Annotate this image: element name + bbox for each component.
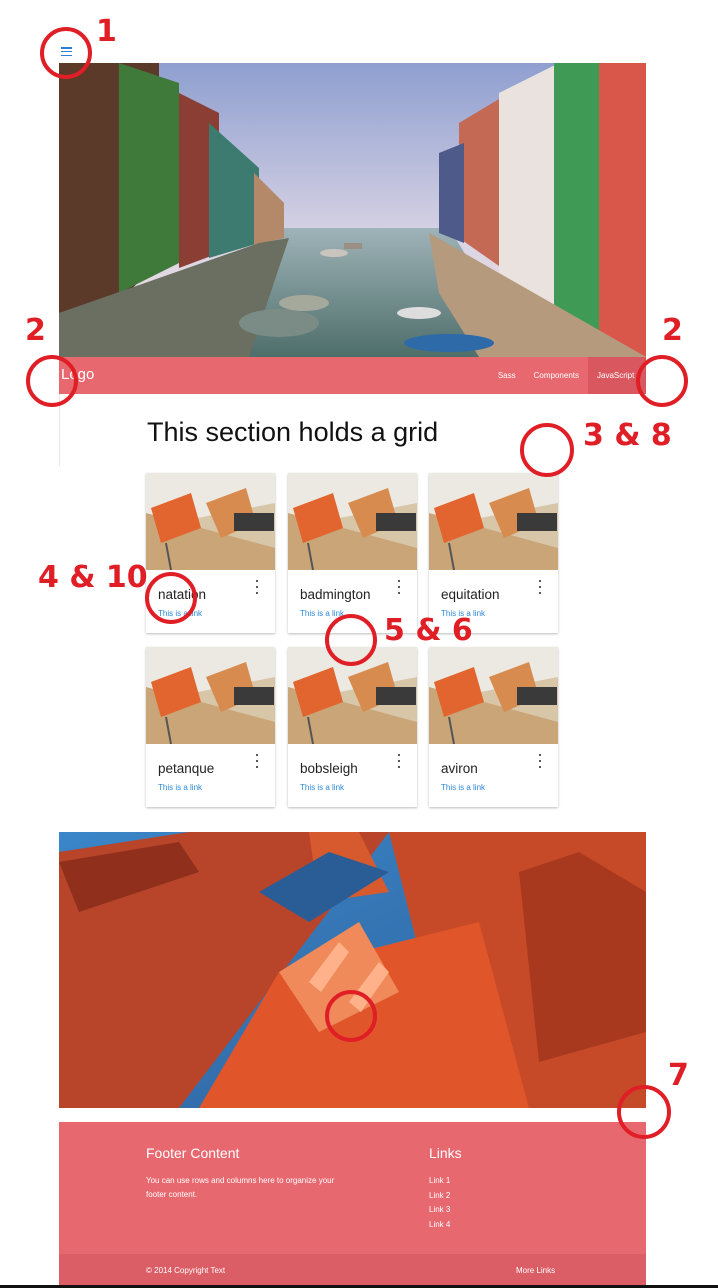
footer-link[interactable]: Link 4 bbox=[429, 1218, 450, 1233]
annotation-label: 3 & 8 bbox=[583, 418, 672, 453]
footer-link[interactable]: Link 3 bbox=[429, 1203, 450, 1218]
card-title: petanque bbox=[158, 761, 215, 776]
annotation-ring bbox=[325, 614, 377, 666]
card-image bbox=[288, 473, 417, 570]
navbar: Logo Sass Components JavaScript bbox=[59, 357, 646, 394]
more-vert-icon[interactable] bbox=[537, 580, 543, 594]
section-title: This section holds a grid bbox=[147, 417, 439, 447]
parallax-image bbox=[59, 832, 646, 1108]
annotation-label: 2 bbox=[25, 313, 46, 348]
card-link[interactable]: This is a link bbox=[441, 783, 485, 792]
card-image bbox=[429, 473, 558, 570]
annotation-label: 4 & 10 bbox=[38, 560, 148, 595]
copyright-text: © 2014 Copyright Text bbox=[146, 1266, 226, 1275]
card-link[interactable]: This is a link bbox=[300, 783, 344, 792]
more-vert-icon[interactable] bbox=[537, 754, 543, 768]
card-image bbox=[146, 647, 275, 744]
nav-link-sass[interactable]: Sass bbox=[489, 357, 525, 394]
card-title: equitation bbox=[441, 587, 500, 602]
annotation-ring bbox=[26, 355, 78, 407]
annotation-label: 7 bbox=[668, 1058, 689, 1093]
footer-text: You can use rows and columns here to org… bbox=[146, 1176, 335, 1199]
footer-links: Link 1 Link 2 Link 3 Link 4 bbox=[429, 1174, 450, 1232]
annotation-label: 5 & 6 bbox=[384, 613, 473, 648]
annotation-ring bbox=[636, 355, 688, 407]
hero-image bbox=[59, 63, 646, 357]
card-image bbox=[146, 473, 275, 570]
card[interactable]: aviron This is a link bbox=[429, 647, 558, 807]
annotation-label: 2 bbox=[662, 313, 683, 348]
footer-link[interactable]: Link 1 bbox=[429, 1174, 450, 1189]
annotation-label: 1 bbox=[96, 14, 117, 49]
annotation-ring bbox=[520, 423, 574, 477]
footer-title: Footer Content bbox=[146, 1145, 240, 1161]
copyright-bar: © 2014 Copyright Text More Links bbox=[59, 1254, 646, 1288]
annotation-ring bbox=[40, 27, 92, 79]
card-title: aviron bbox=[441, 761, 478, 776]
annotation-ring bbox=[145, 572, 197, 624]
card-title: bobsleigh bbox=[300, 761, 358, 776]
card[interactable]: bobsleigh This is a link bbox=[288, 647, 417, 807]
more-vert-icon[interactable] bbox=[396, 754, 402, 768]
card-image bbox=[429, 647, 558, 744]
more-links[interactable]: More Links bbox=[516, 1266, 555, 1275]
footer-links-title: Links bbox=[429, 1145, 462, 1161]
card-link[interactable]: This is a link bbox=[158, 783, 202, 792]
nav-links: Sass Components JavaScript bbox=[489, 357, 646, 394]
annotation-ring bbox=[325, 990, 377, 1042]
more-vert-icon[interactable] bbox=[254, 580, 260, 594]
card-title: badmington bbox=[300, 587, 371, 602]
more-vert-icon[interactable] bbox=[396, 580, 402, 594]
card[interactable]: petanque This is a link bbox=[146, 647, 275, 807]
more-vert-icon[interactable] bbox=[254, 754, 260, 768]
footer-link[interactable]: Link 2 bbox=[429, 1189, 450, 1204]
nav-link-components[interactable]: Components bbox=[525, 357, 588, 394]
card[interactable]: badmington This is a link bbox=[288, 473, 417, 633]
card[interactable]: equitation This is a link bbox=[429, 473, 558, 633]
annotation-ring bbox=[617, 1085, 671, 1139]
footer: Footer Content You can use rows and colu… bbox=[59, 1122, 646, 1288]
